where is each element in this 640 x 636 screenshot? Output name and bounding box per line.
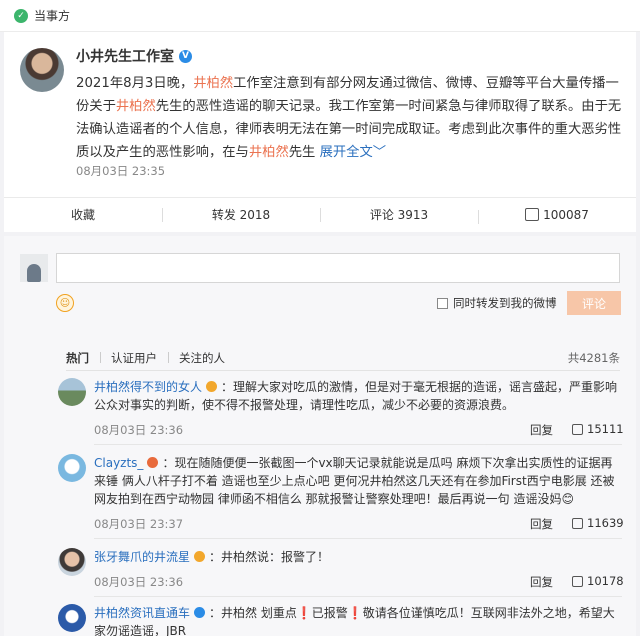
top-bar: ✓ 当事方 (0, 0, 640, 32)
commenter-avatar[interactable] (58, 378, 86, 406)
comment-text: 井柏然资讯直通车 ：井柏然 划重点❗已报警❗敬请各位谨慎吃瓜！互联网非法外之地，希… (94, 604, 622, 636)
expand-full-text-link[interactable]: 展开全文﹀ (320, 145, 386, 160)
commenter-avatar[interactable] (58, 604, 86, 632)
tab-hot[interactable]: 热门 (66, 350, 101, 366)
divider (94, 444, 622, 445)
divider (66, 370, 620, 371)
tab-verified-users[interactable]: 认证用户 (100, 350, 169, 366)
commenter-avatar[interactable] (58, 454, 86, 482)
emoji-icon[interactable]: ☺ (56, 294, 74, 312)
post-text-part: 2021年8月3日晚， (76, 76, 194, 91)
thumbs-up-icon (572, 575, 583, 587)
hashtag-link[interactable]: 井柏然 (249, 145, 289, 160)
comment-panel: ☺ 同时转发到我的微博 评论 热门 认证用户 关注的人 共4281条 井柏然得不… (4, 236, 636, 636)
comment-text: Clayzts_ ：现在随随便便一张截图一个vx聊天记录就能说是瓜吗 麻烦下次拿出… (94, 454, 622, 508)
collect-button[interactable]: 收藏 (4, 206, 162, 223)
reply-button[interactable]: 回复 (530, 516, 553, 532)
also-repost-option[interactable]: 同时转发到我的微博 (437, 295, 557, 311)
hashtag-link[interactable]: 井柏然 (193, 76, 233, 91)
commenter-name[interactable]: 井柏然得不到的女人 (94, 380, 202, 394)
submit-comment-button[interactable]: 评论 (567, 291, 621, 315)
commenter-avatar[interactable] (58, 548, 86, 576)
party-icon: ✓ (14, 8, 28, 23)
post-actions: 收藏 转发 2018 评论 3913 100087 (4, 197, 636, 231)
post-text: 2021年8月3日晚，井柏然工作室注意到有部分网友通过微信、微博、豆瓣等平台大量… (76, 72, 626, 164)
commenter-name[interactable]: 张牙舞爪的井流星 (94, 550, 190, 564)
divider (94, 596, 622, 597)
commenter-name[interactable]: Clayzts_ (94, 456, 143, 470)
reply-button[interactable]: 回复 (530, 422, 553, 438)
comment-input[interactable] (56, 253, 620, 283)
comment-text: 张牙舞爪的井流星 ：井柏然说：报警了！ (94, 548, 622, 566)
comment-tabs: 热门 认证用户 关注的人 (66, 350, 247, 366)
thumbs-up-icon (572, 517, 583, 529)
comment-button[interactable]: 评论 3913 (320, 206, 478, 223)
thumbs-up-icon (525, 208, 540, 221)
author-name-row: 小井先生工作室 V (76, 46, 192, 66)
comment-like-button[interactable]: 15111 (572, 422, 624, 436)
comment-time: 08月03日 23:36 (94, 575, 184, 589)
also-repost-label: 同时转发到我的微博 (453, 296, 557, 310)
comment-time: 08月03日 23:36 (94, 423, 184, 437)
comment-content: ：现在随随便便一张截图一个vx聊天记录就能说是瓜吗 麻烦下次拿出实质性的证据再来… (94, 456, 615, 506)
also-repost-checkbox[interactable] (437, 297, 448, 309)
member-badge-icon (147, 457, 159, 468)
verified-icon (194, 607, 206, 618)
comment-like-button[interactable]: 11639 (572, 516, 624, 530)
verified-icon: V (179, 49, 192, 63)
comment-time: 08月03日 23:37 (94, 517, 184, 531)
divider (94, 538, 622, 539)
post-time: 08月03日 23:35 (76, 164, 166, 178)
hashtag-link[interactable]: 井柏然 (116, 99, 156, 114)
comment-like-button[interactable]: 10178 (572, 574, 624, 588)
author-avatar[interactable] (20, 48, 64, 92)
like-button[interactable]: 100087 (478, 208, 636, 224)
reply-button[interactable]: 回复 (530, 574, 553, 590)
comment-count: 共4281条 (567, 351, 620, 365)
member-badge-icon (194, 551, 206, 562)
thumbs-up-icon (572, 423, 583, 435)
commenter-name[interactable]: 井柏然资讯直通车 (94, 606, 190, 620)
author-name[interactable]: 小井先生工作室 (76, 46, 174, 66)
repost-button[interactable]: 转发 2018 (162, 206, 320, 223)
member-badge-icon (206, 381, 218, 392)
chevron-down-icon: ﹀ (372, 145, 387, 160)
comment-text: 井柏然得不到的女人 ：理解大家对吃瓜的激情，但是对于毫无根据的造谣，谣言盛起，严重… (94, 378, 622, 414)
tab-following[interactable]: 关注的人 (168, 350, 237, 366)
post-text-part: 先生 (288, 145, 316, 160)
comment-content: ：井柏然说：报警了！ (209, 550, 330, 564)
top-bar-label: 当事方 (34, 9, 71, 23)
my-avatar (20, 254, 48, 282)
